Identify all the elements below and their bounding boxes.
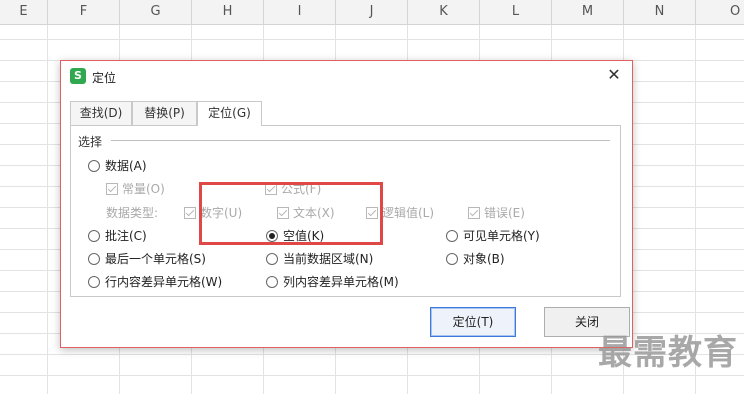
column-header-k[interactable]: K — [408, 0, 480, 24]
select-group-label: 选择 — [78, 135, 103, 149]
column-header-h[interactable]: H — [192, 0, 264, 24]
option-last-cell[interactable]: 最后一个单元格(S) — [88, 251, 206, 267]
checkbox-numbers: 数字(U) — [184, 205, 242, 221]
checkbox-formulas: 公式(F) — [265, 181, 321, 197]
column-header-m[interactable]: M — [552, 0, 624, 24]
dialog-titlebar[interactable]: S 定位 ✕ — [61, 61, 632, 93]
radio-icon[interactable] — [266, 275, 278, 288]
checkbox-icon — [366, 206, 378, 219]
checkbox-icon — [468, 206, 480, 219]
close-icon[interactable]: ✕ — [604, 65, 624, 85]
goto-button[interactable]: 定位(T) — [430, 307, 516, 337]
radio-icon[interactable] — [446, 252, 458, 265]
checkbox-icon — [277, 206, 289, 219]
radio-icon[interactable] — [88, 159, 100, 172]
wps-app-icon: S — [70, 68, 86, 84]
option-column-differences[interactable]: 列内容差异单元格(M) — [266, 274, 399, 290]
column-header-j[interactable]: J — [336, 0, 408, 24]
tab-find[interactable]: 查找(D) — [70, 101, 132, 125]
column-header-e[interactable]: E — [0, 0, 48, 24]
column-header-g[interactable]: G — [120, 0, 192, 24]
checkbox-constants: 常量(O) — [106, 181, 165, 197]
dialog-title: 定位 — [92, 71, 117, 85]
option-blanks[interactable]: 空值(K) — [266, 228, 324, 244]
column-header-i[interactable]: I — [264, 0, 336, 24]
column-header-f[interactable]: F — [48, 0, 120, 24]
column-header-bar: E F G H I J K L M N O — [0, 0, 744, 25]
radio-icon[interactable] — [446, 229, 458, 242]
goto-panel: 选择 数据(A) 常量(O) 公式(F) 数据类型: 数字(U) 文本(X) 逻… — [70, 125, 621, 297]
column-header-n[interactable]: N — [624, 0, 696, 24]
watermark-logo: 最需教育 — [598, 333, 738, 373]
option-data[interactable]: 数据(A) — [88, 158, 147, 174]
checkbox-errors: 错误(E) — [468, 205, 525, 221]
checkbox-icon — [184, 206, 196, 219]
data-type-label: 数据类型: — [106, 206, 159, 220]
option-comments[interactable]: 批注(C) — [88, 228, 147, 244]
radio-selected-icon[interactable] — [266, 229, 278, 242]
checkbox-icon — [106, 182, 118, 195]
checkbox-logicals: 逻辑值(L) — [366, 205, 434, 221]
checkbox-text: 文本(X) — [277, 205, 335, 221]
option-objects[interactable]: 对象(B) — [446, 251, 505, 267]
column-header-l[interactable]: L — [480, 0, 552, 24]
tab-goto[interactable]: 定位(G) — [197, 101, 262, 126]
radio-icon[interactable] — [88, 275, 100, 288]
option-current-region[interactable]: 当前数据区域(N) — [266, 251, 373, 267]
checkbox-icon — [265, 182, 277, 195]
column-header-o[interactable]: O — [696, 0, 744, 24]
radio-icon[interactable] — [88, 252, 100, 265]
option-row-differences[interactable]: 行内容差异单元格(W) — [88, 274, 222, 290]
tab-replace[interactable]: 替换(P) — [132, 101, 197, 125]
option-visible-cells[interactable]: 可见单元格(Y) — [446, 228, 540, 244]
radio-icon[interactable] — [266, 252, 278, 265]
goto-dialog: S 定位 ✕ 查找(D) 替换(P) 定位(G) 选择 数据(A) 常量(O) … — [60, 60, 633, 348]
group-divider — [111, 140, 610, 141]
radio-icon[interactable] — [88, 229, 100, 242]
